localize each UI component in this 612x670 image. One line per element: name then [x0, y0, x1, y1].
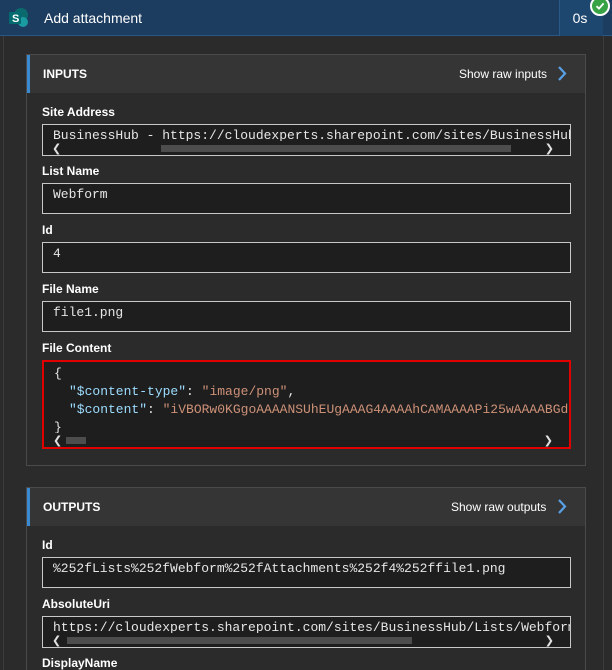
- list-name-value: Webform: [53, 187, 108, 202]
- site-address-field[interactable]: BusinessHub - https://cloudexperts.share…: [42, 124, 571, 156]
- file-name-value: file1.png: [53, 305, 124, 320]
- scroll-thumb[interactable]: [161, 145, 511, 152]
- content-type-key: "$content-type": [69, 384, 187, 399]
- file-name-label: File Name: [42, 282, 99, 296]
- action-header[interactable]: S Add attachment 0s: [0, 0, 612, 36]
- show-raw-inputs-link[interactable]: Show raw inputs: [459, 67, 547, 81]
- list-name-field[interactable]: Webform: [42, 183, 571, 214]
- content-type-line: "$content-type": "image/png",: [69, 384, 296, 399]
- scroll-thumb[interactable]: [66, 437, 86, 444]
- scroll-left-icon[interactable]: ❮: [52, 634, 61, 647]
- chevron-right-icon[interactable]: [556, 65, 568, 82]
- id-label: Id: [42, 223, 53, 237]
- sharepoint-icon: S: [8, 7, 30, 29]
- content-value: "iVBORw0KGgoAAAANSUhEUgAAAG4AAAAhCAMAAAA…: [162, 402, 571, 417]
- file-content-field[interactable]: { "$content-type": "image/png", "$conten…: [42, 360, 571, 449]
- content-key: "$content": [69, 402, 148, 417]
- success-check-icon: [590, 0, 610, 16]
- inputs-title: INPUTS: [43, 67, 88, 81]
- inputs-card: INPUTS Show raw inputs Site Address Busi…: [26, 54, 586, 466]
- id-value: 4: [53, 246, 61, 261]
- absolute-uri-label: AbsoluteUri: [42, 597, 111, 611]
- scroll-left-icon[interactable]: ❮: [53, 434, 62, 447]
- file-name-field[interactable]: file1.png: [42, 301, 571, 332]
- absolute-uri-field[interactable]: https://cloudexperts.sharepoint.com/site…: [42, 616, 571, 648]
- action-title: Add attachment: [44, 10, 143, 26]
- content-type-value: "image/png": [201, 384, 288, 399]
- horizontal-scrollbar[interactable]: ❮ ❯: [44, 433, 569, 447]
- outputs-card: OUTPUTS Show raw outputs Id %252fLists%2…: [26, 487, 586, 670]
- horizontal-scrollbar[interactable]: ❮ ❯: [43, 141, 570, 155]
- horizontal-scrollbar[interactable]: ❮ ❯: [43, 633, 570, 647]
- action-body: INPUTS Show raw inputs Site Address Busi…: [3, 36, 604, 670]
- svg-text:S: S: [12, 13, 19, 25]
- scroll-right-icon[interactable]: ❯: [545, 142, 554, 155]
- scroll-thumb[interactable]: [67, 637, 412, 644]
- json-open-brace: {: [54, 366, 62, 381]
- output-id-label: Id: [42, 538, 53, 552]
- scroll-right-icon[interactable]: ❯: [545, 634, 554, 647]
- output-id-value: %252fLists%252fWebform%252fAttachments%2…: [53, 561, 506, 576]
- scroll-left-icon[interactable]: ❮: [52, 142, 61, 155]
- site-address-label: Site Address: [42, 105, 115, 119]
- scroll-right-icon[interactable]: ❯: [544, 434, 553, 447]
- output-id-field[interactable]: %252fLists%252fWebform%252fAttachments%2…: [42, 557, 571, 588]
- outputs-title: OUTPUTS: [43, 500, 101, 514]
- file-content-label: File Content: [42, 341, 112, 355]
- id-field[interactable]: 4: [42, 242, 571, 273]
- chevron-right-icon[interactable]: [556, 498, 568, 515]
- display-name-label: DisplayName: [42, 656, 118, 670]
- show-raw-outputs-link[interactable]: Show raw outputs: [451, 500, 546, 514]
- content-line: "$content": "iVBORw0KGgoAAAANSUhEUgAAAG4…: [69, 402, 571, 417]
- list-name-label: List Name: [42, 164, 100, 178]
- inputs-header: INPUTS Show raw inputs: [27, 55, 585, 93]
- outputs-header: OUTPUTS Show raw outputs: [27, 488, 585, 526]
